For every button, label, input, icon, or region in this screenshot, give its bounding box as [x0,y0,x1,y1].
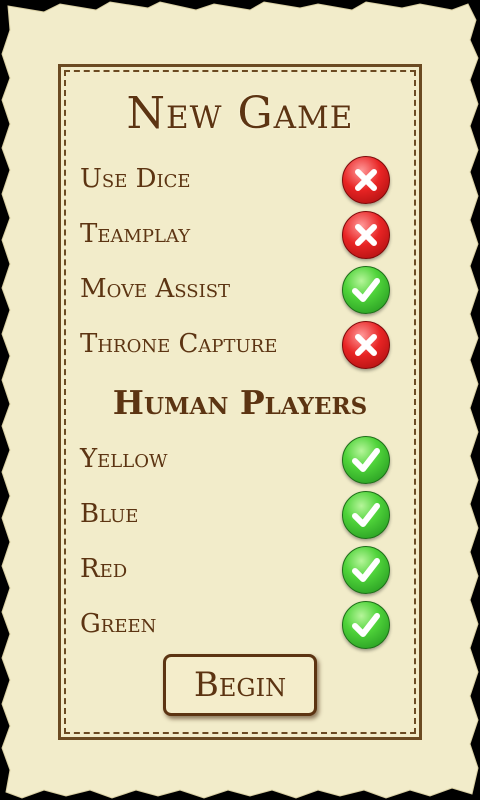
player-green: Green [80,599,392,649]
begin-button[interactable]: Begin [163,654,317,716]
player-blue: Blue [80,489,392,539]
checkmark-icon [352,278,380,302]
option-teamplay: Teamplay [80,209,392,259]
player-label: Red [80,554,128,584]
throne-capture-toggle[interactable] [342,321,390,369]
checkmark-icon [352,558,380,582]
checkmark-icon [352,613,380,637]
option-label: Use Dice [80,164,191,194]
x-icon [355,169,377,191]
player-label: Yellow [80,444,168,474]
move-assist-toggle[interactable] [342,266,390,314]
player-label: Blue [80,499,139,529]
checkmark-icon [352,503,380,527]
player-yellow: Yellow [80,434,392,484]
checkmark-icon [352,448,380,472]
green-player-toggle[interactable] [342,601,390,649]
option-label: Teamplay [80,219,191,249]
x-icon [355,224,377,246]
red-player-toggle[interactable] [342,546,390,594]
option-use-dice: Use Dice [80,154,392,204]
option-move-assist: Move Assist [80,264,392,314]
player-red: Red [80,544,392,594]
option-throne-capture: Throne Capture [80,319,392,369]
x-icon [355,334,377,356]
yellow-player-toggle[interactable] [342,436,390,484]
use-dice-toggle[interactable] [342,156,390,204]
page-title: New Game [126,88,354,139]
option-label: Move Assist [80,274,231,304]
blue-player-toggle[interactable] [342,491,390,539]
new-game-screen: New Game Use Dice Teamplay Move Assist T… [0,0,480,800]
teamplay-toggle[interactable] [342,211,390,259]
option-label: Throne Capture [80,329,278,359]
human-players-heading: Human Players [112,383,368,422]
player-label: Green [80,609,157,639]
